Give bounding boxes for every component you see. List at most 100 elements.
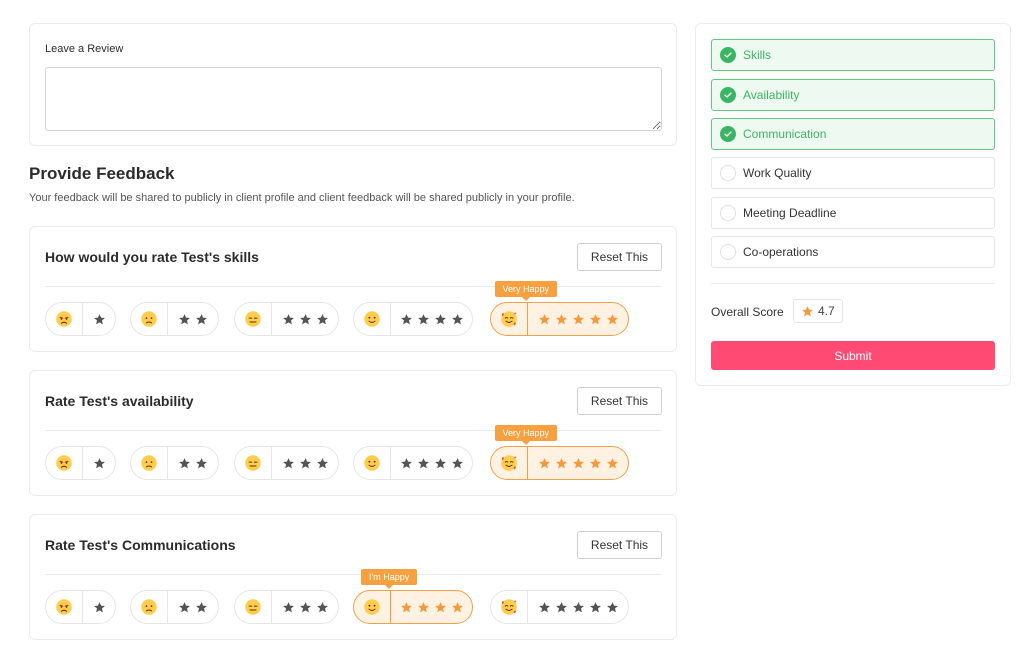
star-icon <box>606 457 618 468</box>
review-label: Leave a Review <box>45 43 124 55</box>
rating-option-1-star[interactable] <box>45 302 116 336</box>
rating-option-2-star[interactable] <box>130 446 219 480</box>
divider <box>711 283 995 284</box>
stars-container <box>528 457 628 470</box>
neutral-face-icon <box>245 311 261 327</box>
criteria-label: Skills <box>743 48 772 62</box>
overall-score-label: Overall Score <box>711 305 784 319</box>
emoji-container <box>491 591 528 623</box>
criteria-label: Meeting Deadline <box>743 206 837 220</box>
star-icon <box>417 601 429 612</box>
stars-container <box>528 313 628 326</box>
check-circle-icon <box>720 126 736 142</box>
emoji-container <box>354 303 391 335</box>
star-icon <box>451 313 463 324</box>
check-icon <box>724 52 732 58</box>
reset-button[interactable]: Reset This <box>577 531 662 559</box>
star-icon <box>316 457 328 468</box>
stars-container <box>83 457 115 470</box>
criteria-item-co-operations[interactable]: Co-operations <box>711 236 995 268</box>
criteria-item-work-quality[interactable]: Work Quality <box>711 157 995 189</box>
stars-container <box>272 457 338 470</box>
rating-card-communications: Rate Test's Communications Reset This I'… <box>29 514 677 640</box>
stars-container <box>168 457 218 470</box>
criteria-label: Availability <box>743 88 800 102</box>
emoji-container <box>46 303 83 335</box>
star-icon <box>589 601 601 612</box>
rating-option-4-star[interactable] <box>353 590 473 624</box>
angry-face-icon <box>56 599 72 615</box>
rating-question: How would you rate Test's skills <box>45 249 259 265</box>
worried-face-icon <box>141 455 157 471</box>
star-icon <box>434 457 446 468</box>
rating-question: Rate Test's availability <box>45 393 194 409</box>
review-textarea[interactable] <box>45 67 662 131</box>
star-icon <box>451 457 463 468</box>
empty-circle-icon <box>720 205 736 221</box>
criteria-item-skills[interactable]: Skills <box>711 39 995 71</box>
criteria-item-availability[interactable]: Availability <box>711 79 995 111</box>
emoji-container <box>354 447 391 479</box>
empty-circle-icon <box>720 244 736 260</box>
neutral-face-icon <box>245 455 261 471</box>
rating-option-1-star[interactable] <box>45 446 116 480</box>
star-icon <box>179 313 190 324</box>
star-icon <box>93 457 105 468</box>
star-icon <box>802 305 813 316</box>
angry-face-icon <box>56 455 72 471</box>
check-icon <box>724 92 732 98</box>
check-circle-icon <box>720 47 736 63</box>
neutral-face-icon <box>245 599 261 615</box>
star-icon <box>555 601 567 612</box>
star-icon <box>589 313 601 324</box>
check-circle-icon <box>720 87 736 103</box>
star-icon <box>196 313 207 324</box>
feedback-title: Provide Feedback <box>29 164 175 183</box>
review-card: Leave a Review <box>29 23 677 146</box>
rating-option-1-star[interactable] <box>45 590 116 624</box>
emoji-container <box>235 303 272 335</box>
star-icon <box>555 313 567 324</box>
rating-option-3-star[interactable] <box>234 446 339 480</box>
star-icon <box>434 601 446 612</box>
stars-container <box>83 313 115 326</box>
rating-option-2-star[interactable] <box>130 590 219 624</box>
smiling-hearts-face-icon <box>501 455 517 471</box>
star-icon <box>572 601 584 612</box>
rating-option-2-star[interactable] <box>130 302 219 336</box>
reset-button[interactable]: Reset This <box>577 387 662 415</box>
rating-option-5-star[interactable] <box>490 590 629 624</box>
rating-option-5-star[interactable] <box>490 446 629 480</box>
worried-face-icon <box>141 599 157 615</box>
criteria-item-communication[interactable]: Communication <box>711 118 995 150</box>
rating-option-4-star[interactable] <box>353 446 473 480</box>
star-icon <box>538 313 550 324</box>
empty-circle-icon <box>720 165 736 181</box>
overall-score-badge: 4.7 <box>793 299 843 323</box>
rating-option-3-star[interactable] <box>234 590 339 624</box>
rating-tooltip: Very Happy <box>494 425 558 445</box>
rating-option-5-star[interactable] <box>490 302 629 336</box>
divider <box>45 430 661 431</box>
feedback-subtitle: Your feedback will be shared to publicly… <box>29 192 575 204</box>
worried-face-icon <box>141 311 157 327</box>
star-icon <box>400 313 412 324</box>
rating-option-3-star[interactable] <box>234 302 339 336</box>
rating-tooltip: Very Happy <box>494 281 558 301</box>
star-icon <box>282 457 294 468</box>
star-icon <box>451 601 463 612</box>
emoji-container <box>46 447 83 479</box>
star-icon <box>93 601 105 612</box>
stars-container <box>83 601 115 614</box>
criteria-label: Communication <box>743 127 827 141</box>
criteria-label: Work Quality <box>743 166 812 180</box>
rating-option-4-star[interactable] <box>353 302 473 336</box>
reset-button[interactable]: Reset This <box>577 243 662 271</box>
star-icon <box>572 457 584 468</box>
criteria-item-meeting-deadline[interactable]: Meeting Deadline <box>711 197 995 229</box>
star-icon <box>196 601 207 612</box>
submit-button[interactable]: Submit <box>711 341 995 370</box>
angry-face-icon <box>56 311 72 327</box>
star-icon <box>316 601 328 612</box>
rating-card-availability: Rate Test's availability Reset This Very… <box>29 370 677 496</box>
